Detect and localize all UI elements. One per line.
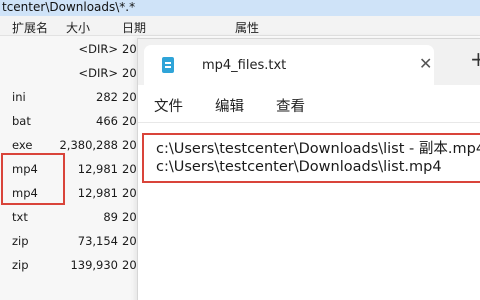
new-tab-button[interactable]: +	[470, 47, 480, 71]
file-size: 2,380,288	[59, 138, 118, 152]
tab-title: mp4_files.txt	[202, 58, 287, 73]
column-header-date[interactable]: 日期	[122, 19, 146, 36]
close-tab-icon[interactable]: ✕	[419, 54, 432, 73]
file-extension: txt	[12, 210, 28, 224]
column-header-attributes[interactable]: 属性	[235, 19, 259, 36]
file-date: 20	[122, 258, 137, 272]
file-extension: exe	[12, 138, 33, 152]
file-row[interactable]: bat 466 20	[0, 110, 140, 133]
mp4-rows-highlight-box	[1, 153, 65, 205]
file-row[interactable]: <DIR> 20	[0, 38, 140, 61]
text-editor[interactable]: c:\Users\testcenter\Downloads\list - 副本.…	[138, 123, 480, 300]
file-row[interactable]: <DIR> 20	[0, 62, 140, 85]
menu-edit[interactable]: 编辑	[215, 95, 244, 116]
menu-view[interactable]: 查看	[276, 95, 305, 116]
column-header-extension[interactable]: 扩展名	[12, 19, 48, 36]
path-bar[interactable]: tcenter\Downloads\*.*	[0, 0, 480, 16]
file-row[interactable]: ini 282 20	[0, 86, 140, 109]
notepad-file-icon	[162, 57, 174, 73]
file-date: 20	[122, 186, 137, 200]
file-size: 466	[96, 114, 118, 128]
file-date: 20	[122, 210, 137, 224]
menu-file[interactable]: 文件	[154, 95, 183, 116]
file-date: 20	[122, 114, 137, 128]
file-date: 20	[122, 234, 137, 248]
file-row[interactable]: txt 89 20	[0, 206, 140, 229]
text-line: c:\Users\testcenter\Downloads\list.mp4	[156, 159, 442, 175]
title-bar[interactable]: mp4_files.txt ✕ +	[138, 39, 480, 85]
file-row[interactable]: zip 73,154 20	[0, 230, 140, 253]
menu-bar: 文件 编辑 查看	[138, 85, 480, 123]
file-row[interactable]: zip 139,930 20	[0, 254, 140, 277]
file-date: 20	[122, 42, 137, 56]
column-header-row: 扩展名 大小 日期 属性	[0, 16, 480, 36]
file-size: 139,930	[70, 258, 118, 272]
file-extension: ini	[12, 90, 26, 104]
file-size: 73,154	[77, 234, 118, 248]
file-date: 20	[122, 90, 137, 104]
file-date: 20	[122, 138, 137, 152]
file-extension: zip	[12, 258, 29, 272]
file-extension: bat	[12, 114, 31, 128]
text-line: c:\Users\testcenter\Downloads\list - 副本.…	[156, 141, 480, 157]
file-date: 20	[122, 162, 137, 176]
column-header-size[interactable]: 大小	[66, 19, 90, 36]
file-size: <DIR>	[78, 66, 118, 80]
file-extension: zip	[12, 234, 29, 248]
file-size: 89	[103, 210, 118, 224]
notepad-window: mp4_files.txt ✕ + 文件 编辑 查看 c:\Users\test…	[137, 38, 480, 300]
file-size: <DIR>	[78, 42, 118, 56]
file-size: 282	[96, 90, 118, 104]
file-tab[interactable]: mp4_files.txt ✕	[144, 45, 434, 85]
file-date: 20	[122, 66, 137, 80]
